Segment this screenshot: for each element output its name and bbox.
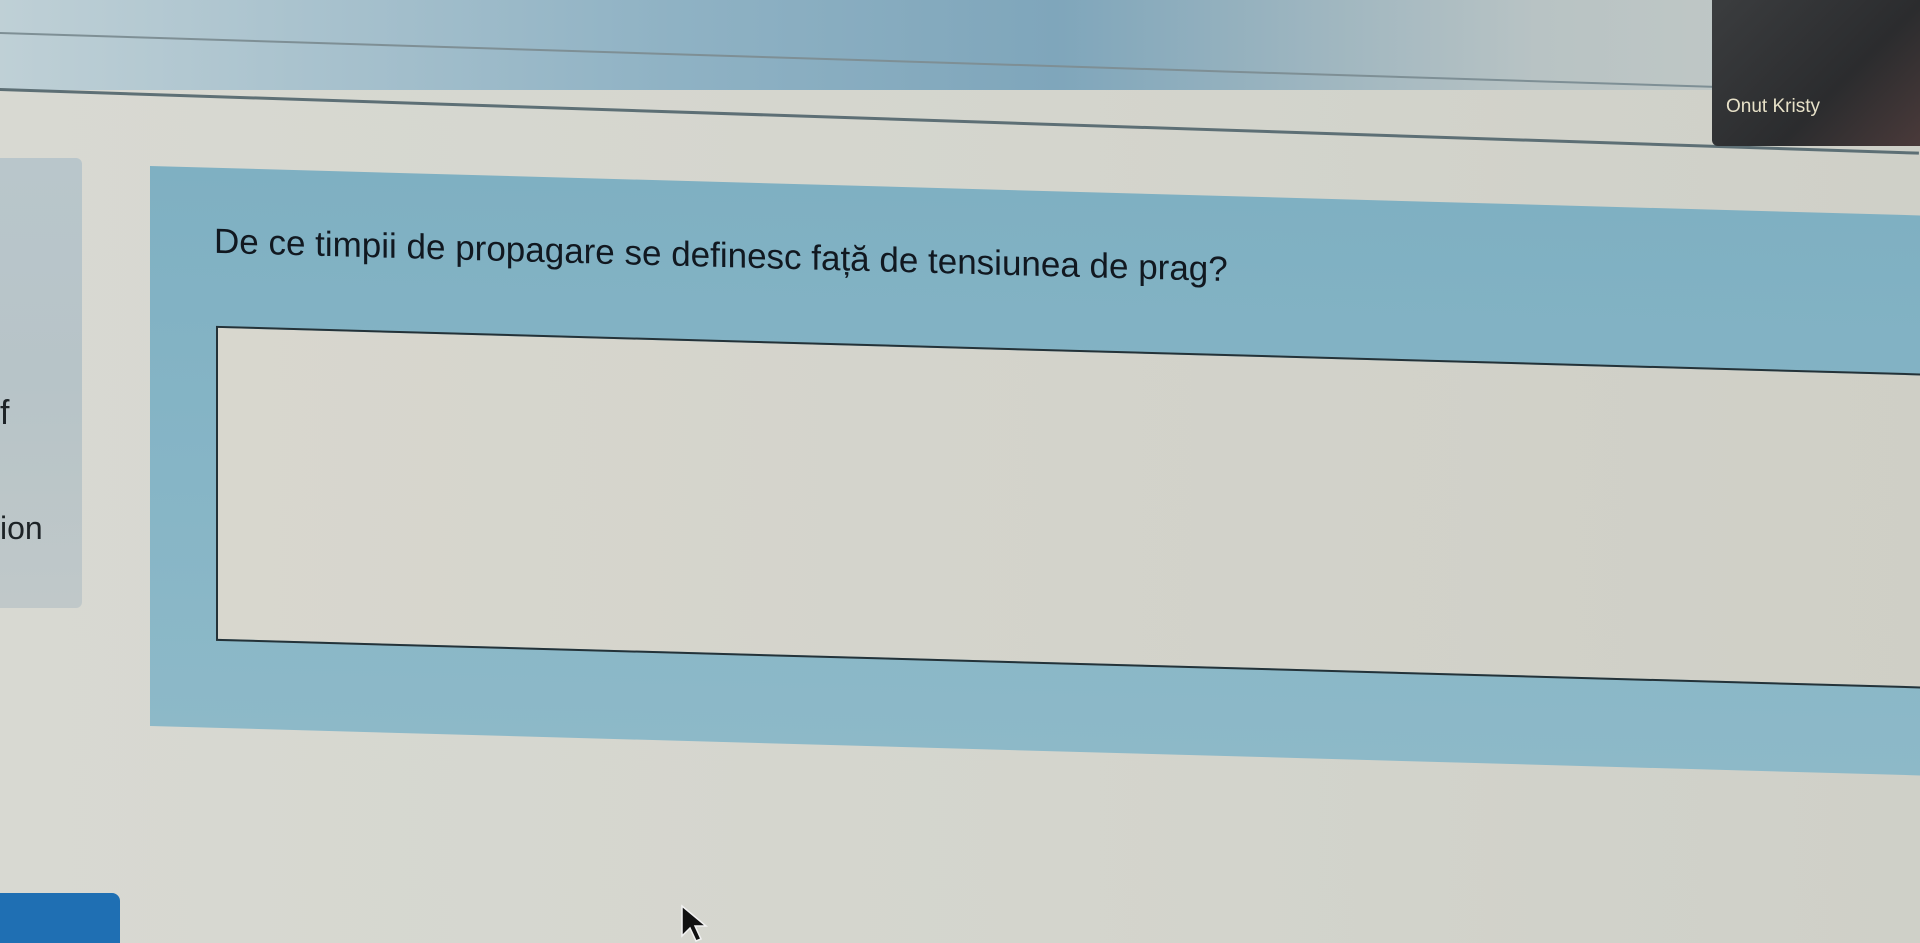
participant-video-tile[interactable]: Onut Kristy xyxy=(1712,0,1920,146)
sidebar-panel: f ion xyxy=(0,158,82,608)
header-divider-bottom xyxy=(0,88,1919,155)
participant-name: Onut Kristy xyxy=(1726,96,1820,117)
screen: Onut Kristy f ion De ce timpii de propag… xyxy=(0,0,1920,943)
question-text: De ce timpii de propagare se definesc fa… xyxy=(214,221,1228,290)
header-band xyxy=(0,0,1920,90)
question-card: De ce timpii de propagare se definesc fa… xyxy=(150,166,1920,776)
answer-input[interactable] xyxy=(216,325,1920,690)
mouse-pointer-icon xyxy=(681,904,709,942)
sidebar-text-fragment: f xyxy=(0,394,10,432)
sidebar-text-fragment: ion xyxy=(0,510,43,546)
action-button[interactable] xyxy=(0,893,120,943)
